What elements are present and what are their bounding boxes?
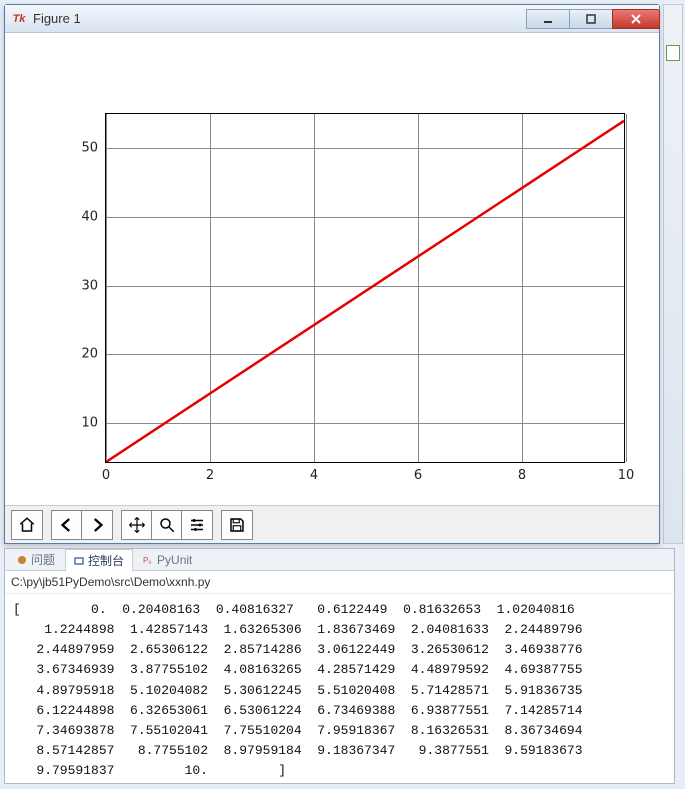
tab-pyunit-label: PyUnit — [157, 553, 192, 567]
figure-canvas[interactable]: 0 2 4 6 8 10 10 20 30 40 50 — [5, 33, 659, 505]
save-button[interactable] — [222, 511, 252, 539]
xtick-label: 8 — [518, 468, 526, 483]
window-title: Figure 1 — [33, 11, 81, 26]
file-icon — [666, 45, 680, 61]
forward-button[interactable] — [82, 511, 112, 539]
plot-axes: 02468101020304050 — [105, 113, 625, 463]
ytick-label: 30 — [81, 278, 98, 293]
tk-icon: Tk — [11, 11, 27, 27]
pan-button[interactable] — [122, 511, 152, 539]
console-tabs: 问题 控制台 Pᵤ PyUnit — [5, 549, 674, 571]
console-panel: 问题 控制台 Pᵤ PyUnit C:\py\jb51PyDemo\src\De… — [4, 548, 675, 784]
xtick-label: 10 — [618, 468, 635, 483]
tab-console-label: 控制台 — [88, 552, 124, 569]
grid-v — [626, 114, 627, 462]
tab-console[interactable]: 控制台 — [65, 549, 133, 572]
home-button[interactable] — [12, 511, 42, 539]
ytick-label: 40 — [81, 209, 98, 224]
right-gutter — [663, 4, 683, 544]
configure-button[interactable] — [182, 511, 212, 539]
titlebar[interactable]: Tk Figure 1 — [5, 5, 659, 33]
console-output[interactable]: [ 0. 0.20408163 0.40816327 0.6122449 0.8… — [5, 594, 674, 787]
console-path: C:\py\jb51PyDemo\src\Demo\xxnh.py — [5, 571, 674, 594]
ytick-label: 10 — [81, 415, 98, 430]
xtick-label: 6 — [414, 468, 422, 483]
xtick-label: 0 — [102, 468, 110, 483]
ytick-label: 50 — [81, 141, 98, 156]
back-button[interactable] — [52, 511, 82, 539]
ytick-label: 20 — [81, 347, 98, 362]
svg-text:Pᵤ: Pᵤ — [143, 556, 151, 565]
figure-window: Tk Figure 1 0 2 4 6 8 10 10 20 30 40 50 — [4, 4, 660, 544]
tab-problems-label: 问题 — [31, 551, 55, 568]
tab-pyunit[interactable]: Pᵤ PyUnit — [135, 551, 200, 569]
tab-problems[interactable]: 问题 — [9, 549, 63, 570]
maximize-button[interactable] — [569, 9, 613, 29]
line-plot — [106, 114, 624, 462]
xtick-label: 4 — [310, 468, 318, 483]
matplotlib-toolbar — [5, 505, 659, 543]
minimize-button[interactable] — [526, 9, 570, 29]
close-button[interactable] — [612, 9, 660, 29]
xtick-label: 2 — [206, 468, 214, 483]
window-buttons — [526, 9, 659, 29]
zoom-button[interactable] — [152, 511, 182, 539]
